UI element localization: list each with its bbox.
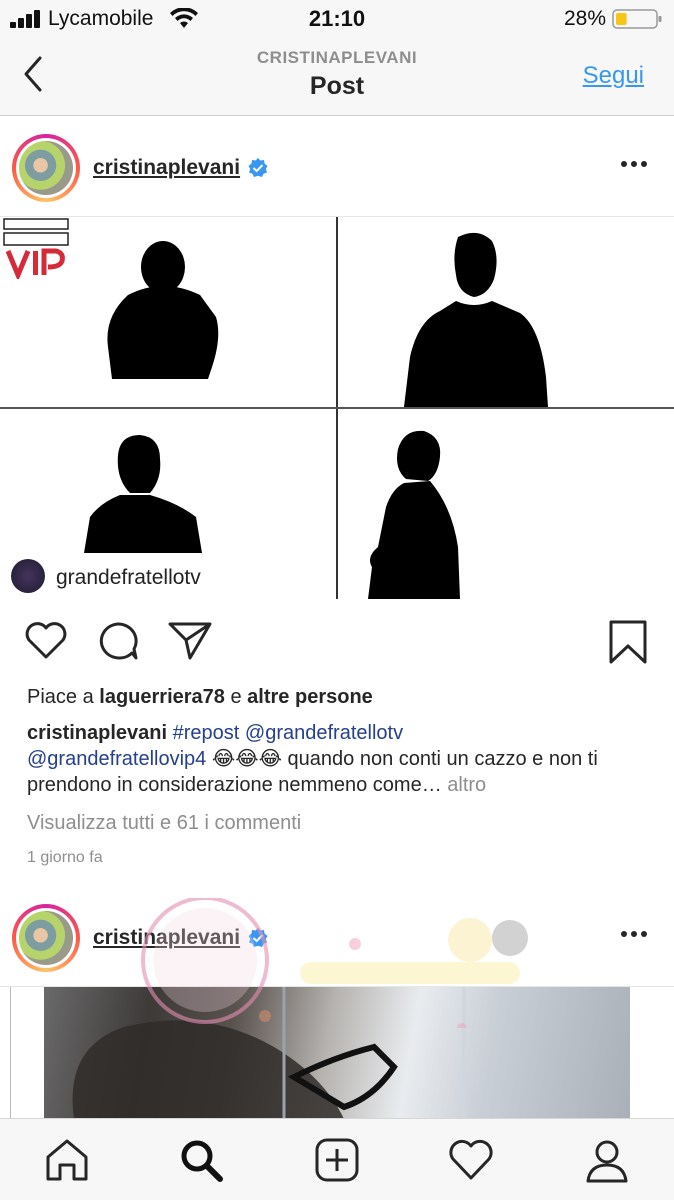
heart-icon[interactable] <box>448 1137 494 1183</box>
post-header: cristinaplevani <box>0 116 674 216</box>
status-bar: Lycamobile 21:10 28% <box>0 0 674 38</box>
bookmark-icon[interactable] <box>608 620 648 664</box>
add-icon[interactable] <box>314 1137 360 1183</box>
verified-badge-icon <box>248 158 268 177</box>
silhouette-4 <box>368 430 460 599</box>
more-options-icon[interactable] <box>620 160 648 168</box>
battery-percent: 28% <box>563 7 606 30</box>
post-username[interactable]: cristinaplevani <box>93 156 240 180</box>
caption-more-link[interactable]: altro <box>447 774 486 796</box>
likes-line: Piace a laguerriera78 e altre persone <box>27 686 373 709</box>
verified-badge-icon <box>248 928 268 947</box>
silhouette-1 <box>107 241 219 379</box>
navigation-bar: CRISTINAPLEVANI Post Segui <box>0 38 674 116</box>
silhouette-3 <box>84 435 202 553</box>
post-photo <box>44 987 630 1118</box>
avatar[interactable] <box>12 904 80 972</box>
post-caption: cristinaplevani #repost @grandefratellot… <box>27 720 647 798</box>
post-actions <box>0 598 674 678</box>
battery-icon <box>612 9 662 29</box>
avatar[interactable] <box>12 134 80 202</box>
nav-subtitle: CRISTINAPLEVANI <box>256 48 418 67</box>
post-header: cristinaplevani <box>0 886 674 986</box>
vip-logo-icon <box>3 218 69 279</box>
caption-mention[interactable]: @grandefratellovip4 <box>27 748 206 770</box>
post-image[interactable]: grandefratellotv <box>0 216 674 599</box>
page-title: Post <box>309 72 365 100</box>
image-watermark-username: grandefratellotv <box>56 566 201 589</box>
follow-button[interactable]: Segui <box>583 62 644 90</box>
heart-icon[interactable] <box>24 620 68 660</box>
watermark-avatar <box>11 559 45 593</box>
silhouette-2 <box>404 232 548 407</box>
search-icon[interactable] <box>178 1137 224 1183</box>
caption-hashtag[interactable]: #repost <box>173 722 240 744</box>
home-icon[interactable] <box>44 1137 90 1183</box>
caption-username[interactable]: cristinaplevani <box>27 722 167 744</box>
bottom-tab-bar <box>0 1118 674 1200</box>
likes-conj: e <box>230 686 242 708</box>
share-icon[interactable] <box>168 620 212 660</box>
post-username[interactable]: cristinaplevani <box>93 926 240 950</box>
silhouette-grid <box>0 217 674 599</box>
comment-icon[interactable] <box>96 620 140 662</box>
view-comments-link[interactable]: Visualizza tutti e 61 i commenti <box>27 812 301 835</box>
caption-mention[interactable]: @grandefratellotv <box>245 722 403 744</box>
likes-user[interactable]: laguerriera78 <box>99 686 225 708</box>
profile-icon[interactable] <box>584 1137 630 1183</box>
post-image[interactable] <box>0 986 674 1118</box>
likes-prefix: Piace a <box>27 686 94 708</box>
post-timestamp: 1 giorno fa <box>27 849 103 866</box>
more-options-icon[interactable] <box>620 930 648 938</box>
likes-suffix[interactable]: altre persone <box>247 686 373 708</box>
caption-emojis: 😂😂😂 <box>211 748 282 770</box>
